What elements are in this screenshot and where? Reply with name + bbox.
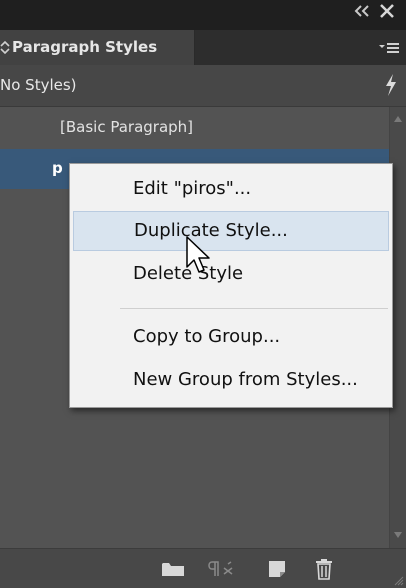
tab-stepper-icon[interactable] bbox=[0, 40, 10, 55]
paragraph-styles-panel: Paragraph Styles No Styles) [Basic Parag… bbox=[0, 0, 406, 588]
list-item-label: [Basic Paragraph] bbox=[60, 118, 194, 136]
context-menu: Edit "piros"... Duplicate Style... Delet… bbox=[69, 163, 393, 408]
menu-item-label: New Group from Styles... bbox=[133, 369, 358, 390]
panel-tab-row: Paragraph Styles bbox=[0, 30, 406, 65]
lightning-icon[interactable] bbox=[382, 73, 400, 97]
current-style-row: No Styles) bbox=[0, 65, 406, 107]
scroll-down-icon[interactable] bbox=[393, 531, 403, 539]
mouse-cursor-icon bbox=[186, 236, 210, 273]
panel-title-strip bbox=[0, 0, 406, 30]
menu-item-delete-style[interactable]: Delete Style bbox=[73, 255, 389, 295]
delete-style-button[interactable] bbox=[313, 549, 335, 588]
menu-item-copy-to-group[interactable]: Copy to Group... bbox=[73, 318, 389, 358]
menu-separator bbox=[120, 308, 388, 309]
menu-item-label: Copy to Group... bbox=[133, 326, 281, 347]
trash-icon bbox=[316, 559, 332, 580]
resize-grip-icon[interactable] bbox=[392, 574, 404, 586]
panel-menu-icon[interactable] bbox=[378, 40, 400, 56]
clear-overrides-icon bbox=[208, 561, 233, 576]
tab-title: Paragraph Styles bbox=[12, 38, 158, 56]
menu-item-duplicate-style[interactable]: Duplicate Style... bbox=[73, 211, 389, 251]
menu-item-edit-style[interactable]: Edit "piros"... bbox=[73, 170, 389, 210]
tab-paragraph-styles[interactable]: Paragraph Styles bbox=[0, 30, 195, 65]
scroll-up-icon[interactable] bbox=[393, 115, 403, 123]
collapse-panel-icon[interactable] bbox=[353, 4, 371, 18]
panel-bottom-toolbar bbox=[0, 548, 406, 588]
menu-item-label: Edit "piros"... bbox=[133, 178, 252, 199]
list-item[interactable]: [Basic Paragraph] bbox=[0, 107, 389, 149]
create-new-style-button[interactable] bbox=[266, 549, 288, 588]
new-style-icon bbox=[269, 561, 285, 577]
list-item-label: p bbox=[52, 159, 63, 177]
new-group-button[interactable] bbox=[160, 549, 186, 588]
menu-item-new-group-from-styles[interactable]: New Group from Styles... bbox=[73, 361, 389, 401]
clear-overrides-button[interactable] bbox=[206, 549, 236, 588]
current-style-label: No Styles) bbox=[0, 76, 77, 94]
close-panel-icon[interactable] bbox=[377, 2, 397, 20]
folder-icon bbox=[162, 563, 184, 576]
